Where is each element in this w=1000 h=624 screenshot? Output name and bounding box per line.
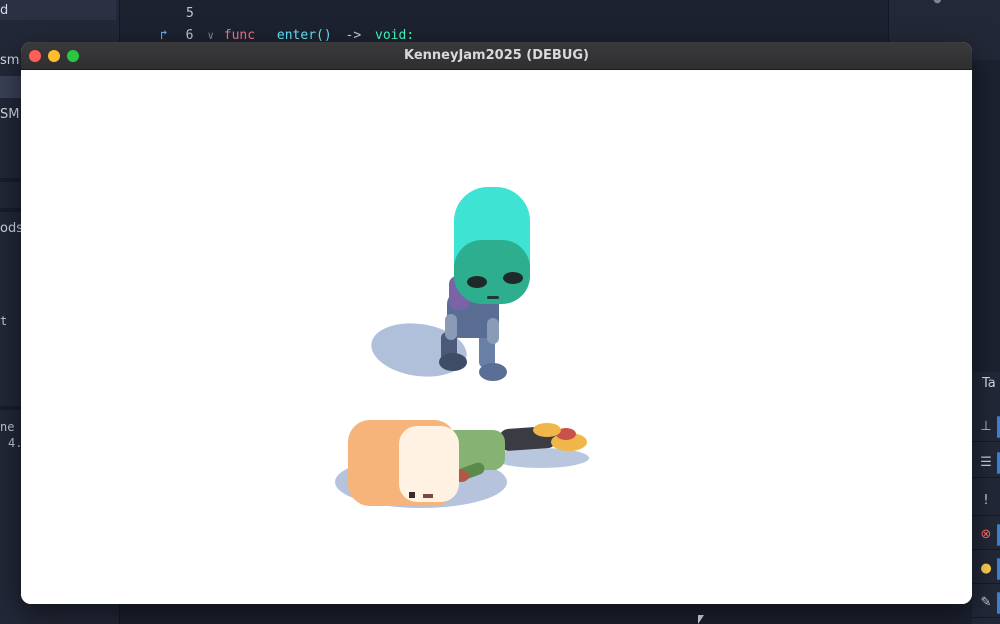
warning-icon[interactable]: ● xyxy=(972,554,1000,584)
game-viewport[interactable] xyxy=(21,70,972,604)
scene-tree-row[interactable]: d xyxy=(0,0,116,20)
line-number: 6 xyxy=(185,28,194,43)
maximize-window-button[interactable] xyxy=(67,50,79,62)
func-keyword: func xyxy=(223,28,256,43)
editor-right-dock: Ta ⊥ ☰ ! ⊗ ● ✎ xyxy=(972,372,1000,624)
code-line-5: 5 xyxy=(186,4,194,24)
list-icon[interactable]: ☰ xyxy=(972,448,1000,478)
minimize-window-button[interactable] xyxy=(48,50,60,62)
game-scene xyxy=(335,187,589,508)
mouse-cursor-icon xyxy=(698,615,704,624)
function-name: enter() xyxy=(276,28,332,43)
line-number: 5 xyxy=(186,6,194,21)
return-arrow: -> xyxy=(345,28,362,43)
fold-chevron-icon[interactable]: ∨ xyxy=(207,29,214,42)
dock-tab[interactable]: Ta xyxy=(982,376,996,391)
window-title: KenneyJam2025 (DEBUG) xyxy=(403,48,589,63)
alien-character xyxy=(439,187,530,381)
error-icon[interactable]: ⊗ xyxy=(972,520,1000,550)
warning-square-icon[interactable]: ! xyxy=(972,486,1000,516)
window-titlebar[interactable]: KenneyJam2025 (DEBUG) xyxy=(21,42,972,70)
game-window[interactable]: KenneyJam2025 (DEBUG) xyxy=(21,42,972,604)
close-window-button[interactable] xyxy=(29,50,41,62)
dot-indicator-icon: ● xyxy=(933,0,942,5)
override-arrow-icon: ↱ xyxy=(160,28,168,43)
return-type: void: xyxy=(375,28,415,43)
edit-icon[interactable]: ✎ xyxy=(972,588,1000,618)
pin-icon[interactable]: ⊥ xyxy=(972,412,1000,442)
